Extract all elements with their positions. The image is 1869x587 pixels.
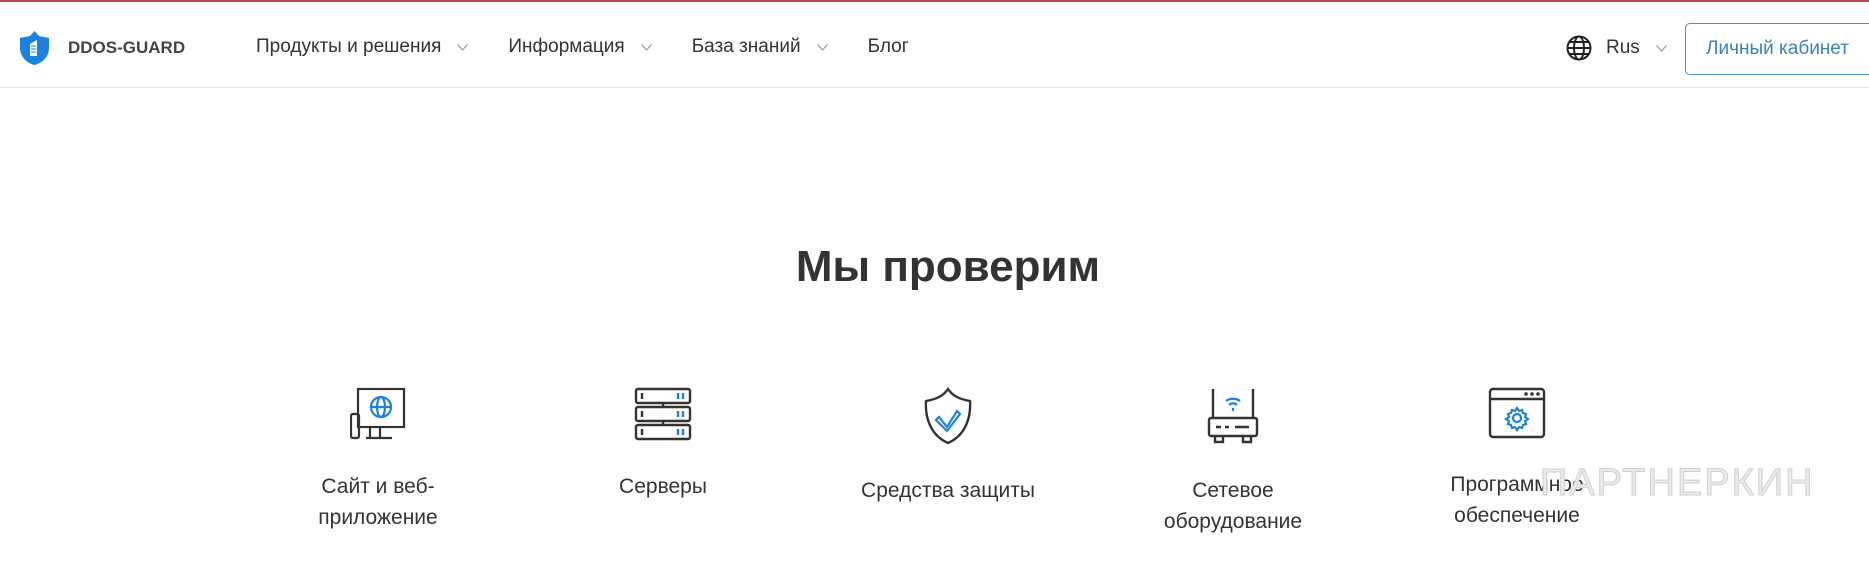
nav-products[interactable]: Продукты и решения [256,36,469,58]
chevron-down-icon [1655,44,1667,52]
label-line: Сетевое [1192,479,1274,502]
globe-icon [1566,35,1592,61]
chevron-down-icon [457,43,469,51]
item-label: Средства защиты [828,475,1068,506]
software-gear-icon [1488,387,1546,439]
chevron-down-icon [816,43,828,51]
item-label: Сетевое оборудование [1113,475,1353,537]
monitor-globe-icon [350,387,406,440]
header: DDOS-GUARD Продукты и решения Информация… [0,2,1869,88]
check-item-servers[interactable]: Серверы [543,387,783,502]
label-line: Средства защиты [861,479,1035,502]
nav-blog[interactable]: Блог [868,36,909,58]
nav-label: Блог [867,36,909,57]
label-line: приложение [318,506,438,529]
shield-check-icon [924,387,972,445]
label-line: Серверы [619,475,707,498]
label-line: Сайт и веб- [321,475,435,498]
nav-label: Информация [508,36,625,57]
check-item-network[interactable]: Сетевое оборудование [1113,387,1353,537]
logo[interactable]: DDOS-GUARD [19,30,185,66]
check-item-protection[interactable]: Средства защиты [828,387,1068,506]
main-nav: Продукты и решения Информация База знани… [256,36,949,58]
nav-knowledge-base[interactable]: База знаний [692,36,828,58]
item-label: Сайт и веб-приложение [258,471,498,533]
page-title: Мы проверим [795,242,1101,291]
nav-label: Продукты и решения [256,36,442,57]
nav-information[interactable]: Информация [508,36,652,58]
nav-label: База знаний [691,36,801,57]
language-selector[interactable]: Rus [1566,35,1681,61]
account-button[interactable]: Личный кабинет [1685,23,1869,75]
watermark: ПАРТНЕРКИН [1540,462,1815,505]
item-label: Серверы [543,471,783,502]
shield-logo-icon [20,31,49,65]
server-icon [634,387,692,441]
router-icon [1207,389,1259,444]
check-item-software[interactable]: Программное обеспечение [1397,387,1637,531]
language-label: Rus [1606,37,1640,58]
label-line: оборудование [1163,510,1303,533]
chevron-down-icon [640,43,652,51]
logo-text: DDOS-GUARD [68,38,186,57]
check-item-website[interactable]: Сайт и веб-приложение [258,387,498,533]
